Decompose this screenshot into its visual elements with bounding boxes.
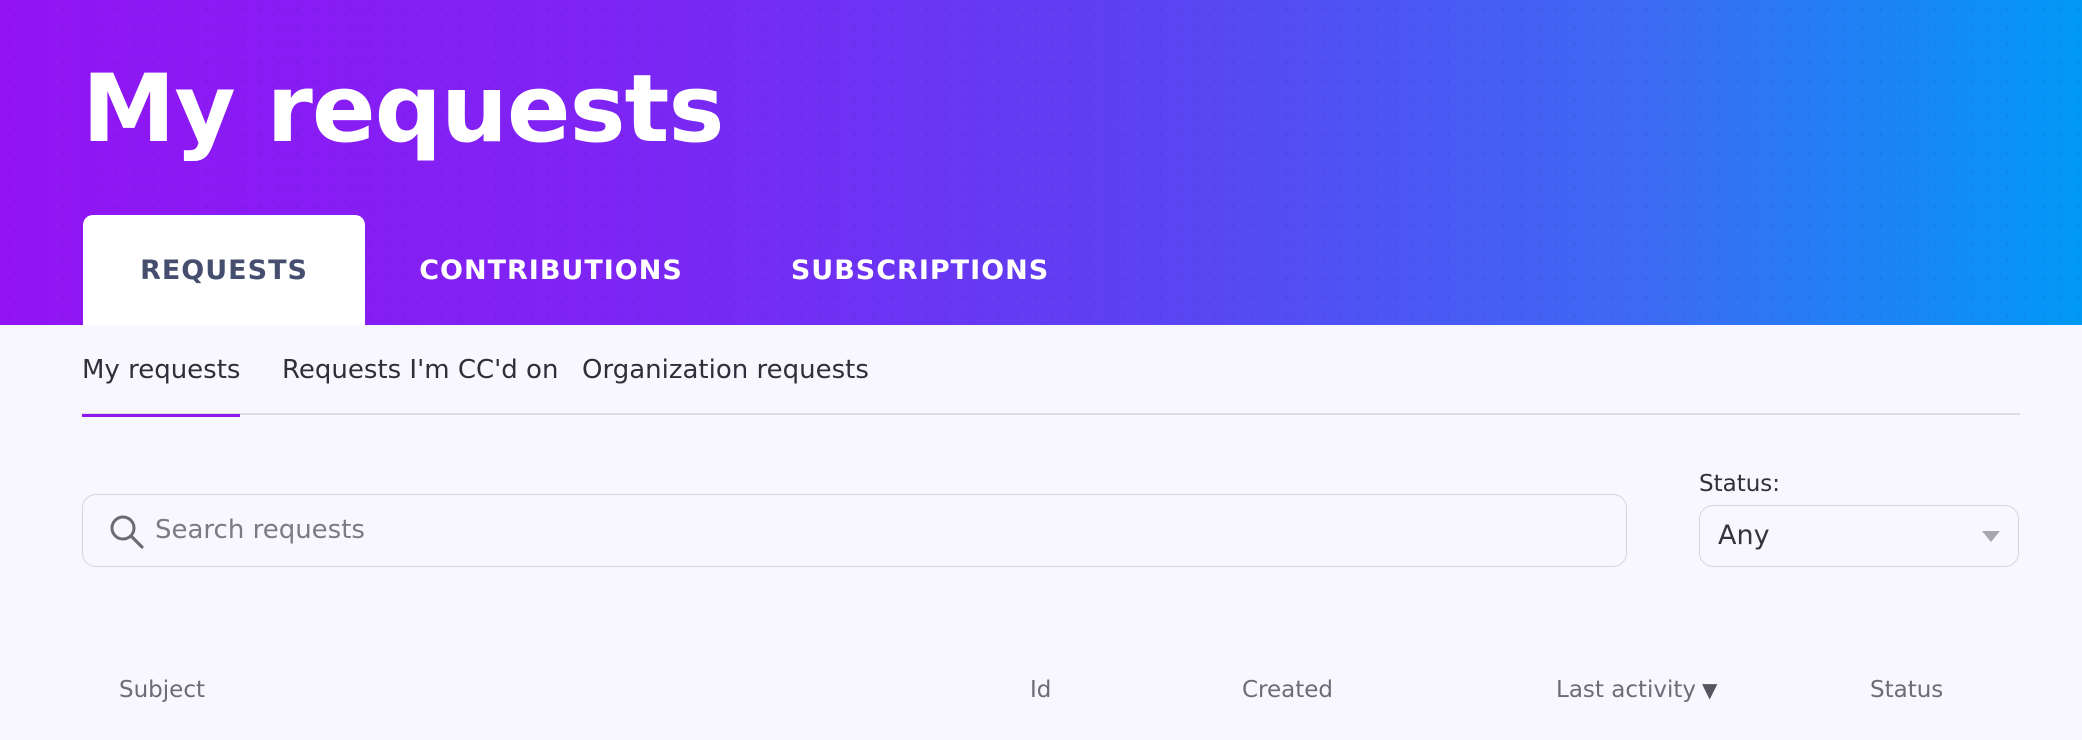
tab-contributions[interactable]: CONTRIBUTIONS <box>415 215 687 325</box>
tab-requests-label: REQUESTS <box>140 254 308 286</box>
status-filter-label: Status: <box>1699 471 1781 497</box>
column-header-subject[interactable]: Subject <box>119 677 205 703</box>
column-header-id[interactable]: Id <box>1030 677 1051 703</box>
column-header-last-activity[interactable]: Last activity ▼ <box>1556 677 1717 703</box>
search-input[interactable] <box>155 495 1595 565</box>
search-field[interactable] <box>82 494 1627 567</box>
column-header-created[interactable]: Created <box>1242 677 1333 703</box>
column-header-last-activity-label: Last activity <box>1556 677 1696 703</box>
chevron-down-icon <box>1982 531 2000 542</box>
tab-subscriptions[interactable]: SUBSCRIPTIONS <box>790 215 1050 325</box>
tab-contributions-label: CONTRIBUTIONS <box>419 254 683 286</box>
sort-descending-icon: ▼ <box>1702 678 1718 702</box>
status-select[interactable]: Any <box>1699 505 2019 567</box>
search-icon <box>110 515 144 549</box>
request-filter-subnav: My requests Requests I'm CC'd on Organiz… <box>82 325 2020 417</box>
tab-subscriptions-label: SUBSCRIPTIONS <box>790 254 1050 286</box>
tab-requests[interactable]: REQUESTS <box>83 215 365 325</box>
status-selected-value: Any <box>1718 520 1770 551</box>
column-header-status[interactable]: Status <box>1870 677 1943 703</box>
subnav-organization-requests[interactable]: Organization requests <box>582 325 869 415</box>
page-title: My requests <box>82 55 724 164</box>
page-header-banner: My requests REQUESTS CONTRIBUTIONS SUBSC… <box>0 0 2082 325</box>
subnav-my-requests[interactable]: My requests <box>82 325 241 417</box>
subnav-cc-requests[interactable]: Requests I'm CC'd on <box>282 325 558 415</box>
